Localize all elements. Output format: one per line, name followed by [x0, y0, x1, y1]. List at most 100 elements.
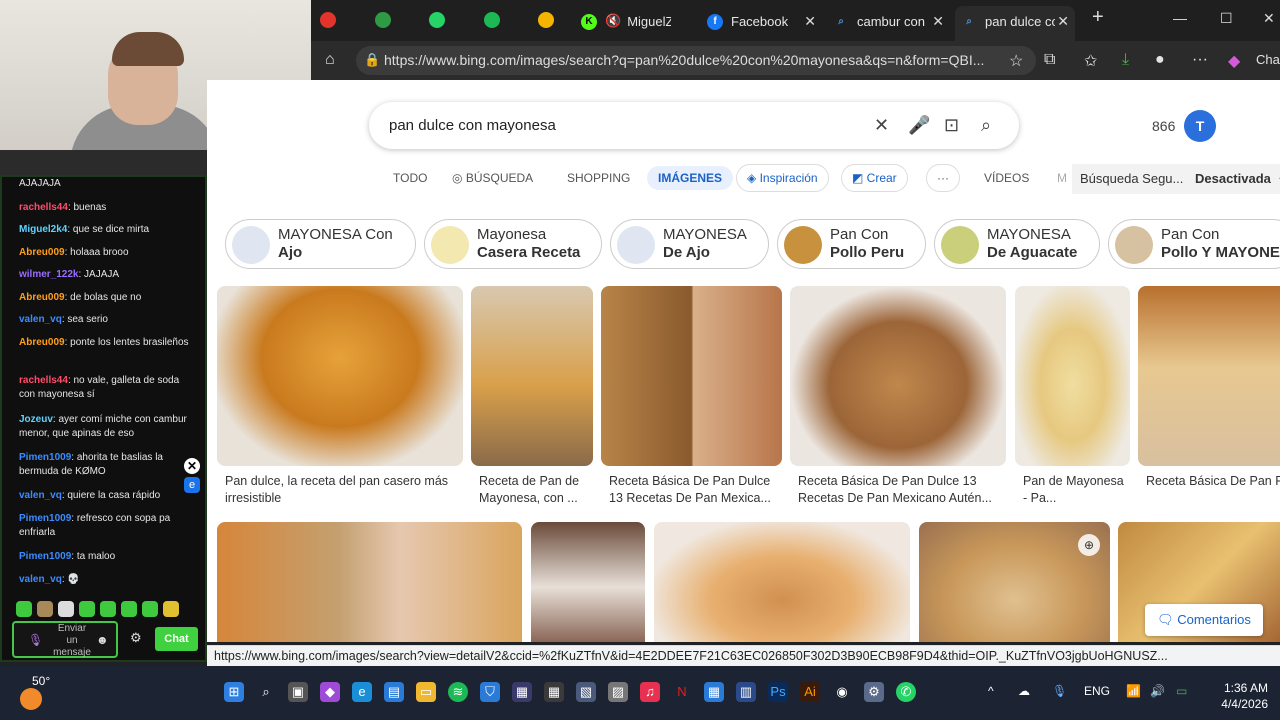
settings-icon[interactable]: ⚙ [864, 682, 884, 702]
result-image[interactable] [601, 286, 782, 466]
new-tab-icon[interactable]: + [1092, 6, 1104, 29]
gear-icon[interactable]: ⚙ [130, 630, 142, 646]
drive-pinned-tab-icon[interactable] [538, 12, 554, 28]
result-image[interactable] [217, 286, 463, 466]
emote-icon[interactable] [79, 601, 95, 617]
copilot-icon[interactable]: ◆ [320, 682, 340, 702]
tab-cambur[interactable]: ⌕ cambur con ✕ [833, 6, 950, 36]
illustrator-icon[interactable]: Ai [800, 682, 820, 702]
onedrive-icon[interactable]: ☁ [1018, 684, 1030, 698]
tab-kick[interactable]: K 🔇 MiguelZ [581, 6, 701, 36]
result-image[interactable] [217, 522, 522, 642]
emote-icon[interactable] [37, 601, 53, 617]
obs-icon[interactable]: ◉ [832, 682, 852, 702]
home-icon[interactable]: ⌂ [325, 51, 335, 69]
chat-username[interactable]: valen_vq [19, 490, 62, 501]
related-chip[interactable]: Mayonesa Casera Receta [424, 219, 602, 269]
tab-imagenes[interactable]: IMÁGENES [647, 166, 734, 190]
favorite-star-icon[interactable]: ☆ [1009, 51, 1023, 71]
close-tab-icon[interactable]: ✕ [1057, 6, 1069, 36]
result-caption[interactable]: Pan dulce, la receta del pan casero más … [225, 473, 465, 507]
result-caption[interactable]: Receta Básica De Pan Dulce 13 Recetas De… [798, 473, 1008, 507]
chat-username[interactable]: Abreu009 [19, 292, 65, 303]
tab-facebook[interactable]: f Facebook ✕ [707, 6, 822, 36]
chat-extension-icon[interactable]: e [184, 477, 200, 493]
muted-icon[interactable]: 🔇 [605, 13, 621, 28]
netflix-icon[interactable]: N [672, 682, 692, 702]
spotify-pinned-tab-icon[interactable] [484, 12, 500, 28]
whatsapp-icon[interactable]: ✆ [896, 682, 916, 702]
crear-button[interactable]: ◩ Crear [841, 164, 908, 192]
tab-pan-dulce[interactable]: ⌕ pan dulce co ✕ [955, 6, 1075, 41]
safesearch-dropdown[interactable]: Búsqueda Segu... Desactivada ▼ [1072, 164, 1280, 194]
microphone-icon[interactable]: 🎤 [908, 115, 930, 136]
tab-todo[interactable]: TODO [393, 171, 427, 185]
app-icon[interactable]: ▦ [544, 682, 564, 702]
app-icon[interactable]: ▨ [608, 682, 628, 702]
edge-icon[interactable]: e [352, 682, 372, 702]
related-chip[interactable]: MAYONESA De Ajo [610, 219, 769, 269]
profile-icon[interactable]: ● [1155, 51, 1165, 69]
result-image[interactable] [471, 286, 593, 466]
whatsapp-pinned-tab-icon[interactable] [429, 12, 445, 28]
tab-shopping[interactable]: SHOPPING [567, 171, 630, 185]
related-chip[interactable]: MAYONESA De Aguacate [934, 219, 1100, 269]
close-window-icon[interactable]: ✕ [1263, 10, 1275, 27]
tab-videos[interactable]: VÍDEOS [984, 171, 1029, 185]
store-icon[interactable]: ▤ [384, 682, 404, 702]
more-tabs-button[interactable]: ··· [926, 164, 960, 192]
tab-busqueda[interactable]: ◎ BÚSQUEDA [452, 171, 533, 185]
weather-icon[interactable] [20, 688, 42, 710]
chat-username[interactable]: Miguel2k4 [19, 224, 67, 235]
chat-username[interactable]: rachells44 [19, 375, 68, 386]
language-indicator[interactable]: ENG [1084, 684, 1110, 698]
volume-icon[interactable]: 🔊 [1150, 684, 1165, 698]
app-icon[interactable]: ▦ [512, 682, 532, 702]
battery-icon[interactable]: ▭ [1176, 684, 1187, 698]
spotify-icon[interactable]: ≋ [448, 682, 468, 702]
download-icon[interactable]: ⤓ [1122, 51, 1129, 69]
address-bar[interactable]: 🔒 https://www.bing.com/images/search?q=p… [356, 46, 1036, 75]
inspiracion-button[interactable]: ◈ Inspiración [736, 164, 829, 192]
result-image[interactable] [1138, 286, 1280, 466]
visual-search-icon[interactable]: ⊕ [1078, 534, 1100, 556]
result-caption[interactable]: Receta Básica De Pan Dulce 13 Recetas De… [609, 473, 784, 507]
copilot-icon[interactable]: ◆ [1228, 51, 1240, 71]
photoshop-icon[interactable]: Ps [768, 682, 788, 702]
file-explorer-icon[interactable]: ▭ [416, 682, 436, 702]
emote-icon[interactable] [58, 601, 74, 617]
chat-username[interactable]: rachells44 [19, 202, 68, 213]
microphone-icon[interactable]: 🎙 [28, 633, 43, 647]
clock[interactable]: 1:36 AM 4/4/2026 [1208, 680, 1268, 712]
result-caption[interactable]: Pan de Mayonesa - Pa... [1023, 473, 1128, 507]
shield-icon[interactable]: ⛉ [480, 682, 500, 702]
more-options-icon[interactable]: ··· [1192, 51, 1208, 69]
chat-username[interactable]: Jozeuv [19, 414, 53, 425]
result-image[interactable] [531, 522, 645, 642]
clear-search-icon[interactable]: ✕ [874, 115, 889, 136]
task-view-icon[interactable]: ▣ [288, 682, 308, 702]
chat-username[interactable]: Pimen1009 [19, 551, 71, 562]
rewards-icon[interactable]: T [1184, 110, 1216, 142]
chat-username[interactable]: wilmer_122k [19, 269, 79, 280]
emote-icon[interactable] [16, 601, 32, 617]
result-image[interactable] [1015, 286, 1130, 466]
chat-username[interactable]: Pimen1009 [19, 452, 71, 463]
chat-send-button[interactable]: Chat [155, 627, 198, 651]
related-chip[interactable]: Pan Con Pollo Peru [777, 219, 926, 269]
result-image[interactable] [654, 522, 910, 642]
emote-icon[interactable] [142, 601, 158, 617]
pinned-tab-icon[interactable] [375, 12, 391, 28]
visual-search-icon[interactable]: ⊡ [944, 115, 959, 136]
minimize-icon[interactable]: — [1173, 10, 1187, 26]
wifi-icon[interactable]: 📶 [1126, 684, 1141, 698]
favorites-icon[interactable]: ✩ [1084, 51, 1097, 71]
music-icon[interactable]: ♫ [640, 682, 660, 702]
app-icon[interactable]: ▥ [736, 682, 756, 702]
chat-username[interactable]: Abreu009 [19, 337, 65, 348]
tab-more-partial[interactable]: M [1057, 171, 1067, 185]
emote-icon[interactable] [121, 601, 137, 617]
result-caption[interactable]: Receta Básica De Pan Recetas De Pan Mexi… [1146, 473, 1280, 490]
extensions-icon[interactable]: ⧉ [1044, 51, 1055, 69]
search-icon[interactable]: ⌕ [256, 682, 276, 702]
